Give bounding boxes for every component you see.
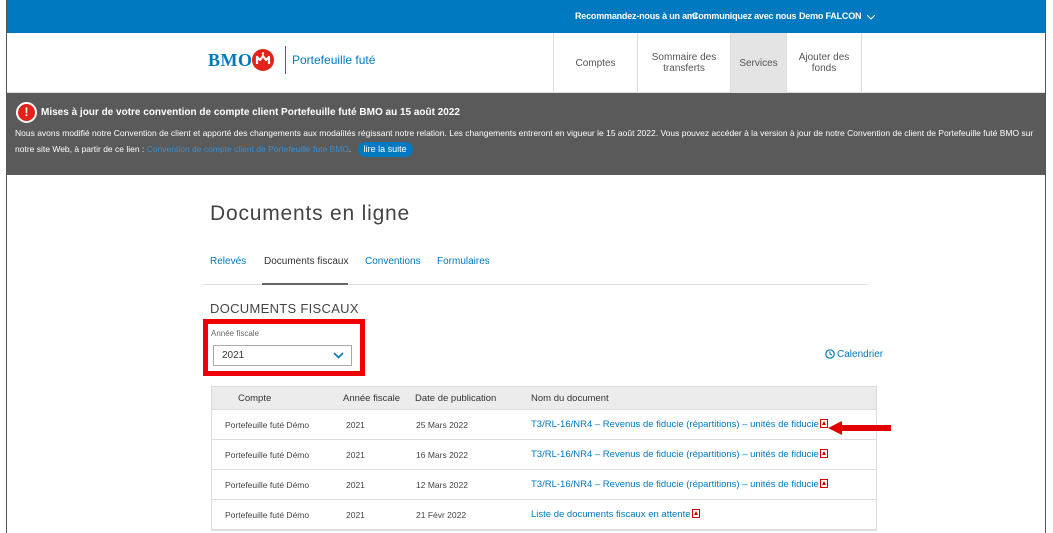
tab-agreements[interactable]: Conventions [365,256,421,267]
cell-account: Portefeuille futé Démo [225,510,310,520]
user-menu-label: Demo FALCON [799,11,862,21]
active-tab-indicator [262,283,348,285]
tab-forms[interactable]: Formulaires [437,256,490,267]
tax-year-highlight: Année fiscale 2021 [203,319,365,376]
document-link[interactable]: T3/RL-16/NR4 – Revenus de fiducie (répar… [531,419,828,430]
chevron-down-icon [333,352,344,359]
logo-divider [285,46,286,74]
product-name[interactable]: Portefeuille futé [292,53,375,67]
cell-tax-year: 2021 [346,480,365,490]
nav-services[interactable]: Services [730,33,786,93]
tab-statements[interactable]: Relevés [210,256,246,267]
cell-account: Portefeuille futé Démo [225,480,310,490]
site-header: BMO Portefeuille futé Comptes Sommaire d… [7,33,1045,93]
calendar-link[interactable]: Calendrier [825,349,883,360]
document-link-text: T3/RL-16/NR4 – Revenus de fiducie (répar… [531,449,819,460]
document-link[interactable]: T3/RL-16/NR4 – Revenus de fiducie (répar… [531,479,828,490]
document-link-text: Liste de documents fiscaux en attente [531,509,691,520]
tax-year-select[interactable]: 2021 [213,345,352,366]
document-link[interactable]: Liste de documents fiscaux en attente [531,509,700,520]
cell-account: Portefeuille futé Démo [225,420,310,430]
alert-icon: ! [16,102,37,123]
tax-documents-table: Compte Année fiscale Date de publication… [211,386,877,531]
page-title: Documents en ligne [210,202,411,225]
pdf-icon [819,449,828,458]
table-row: Portefeuille futé Démo 2021 21 Févr 2022… [212,500,876,530]
app-frame: Recommandez-nous à un ami Communiquez av… [6,0,1046,533]
column-header-publication-date: Date de publication [415,393,497,404]
document-tabs: Relevés Documents fiscaux Conventions Fo… [203,247,867,285]
cell-tax-year: 2021 [346,450,365,460]
tax-year-label: Année fiscale [211,329,260,338]
bmo-logo-icon[interactable] [252,49,274,71]
cell-tax-year: 2021 [346,510,365,520]
convention-link[interactable]: Convention de compte client de Portefeui… [147,144,349,154]
brand-name[interactable]: BMO [208,50,253,71]
nav-accounts[interactable]: Comptes [553,33,637,93]
table-row: Portefeuille futé Démo 2021 16 Mars 2022… [212,440,876,470]
cell-tax-year: 2021 [346,420,365,430]
section-title: DOCUMENTS FISCAUX [210,301,359,316]
tax-year-value: 2021 [222,350,245,361]
read-more-button[interactable]: lire la suite [357,142,413,157]
column-header-document-name: Nom du document [531,393,609,404]
cell-account: Portefeuille futé Démo [225,450,310,460]
cell-publication-date: 25 Mars 2022 [416,420,468,430]
cell-publication-date: 12 Mars 2022 [416,480,468,490]
alert-title: Mises à jour de votre convention de comp… [41,107,460,118]
refer-friend-link[interactable]: Recommandez-nous à un ami [575,11,697,21]
user-menu[interactable]: Demo FALCON [799,11,876,22]
pdf-icon [819,419,828,428]
document-link-text: T3/RL-16/NR4 – Revenus de fiducie (répar… [531,419,819,430]
alert-body: Nous avons modifié notre Convention de c… [15,125,1040,157]
contact-us-link[interactable]: Communiquez avec nous [692,11,797,21]
cell-publication-date: 16 Mars 2022 [416,450,468,460]
red-arrow-icon [828,421,891,435]
table-header: Compte Année fiscale Date de publication… [212,387,876,410]
calendar-label: Calendrier [837,349,884,360]
column-header-account: Compte [238,393,272,404]
document-link-text: T3/RL-16/NR4 – Revenus de fiducie (répar… [531,479,819,490]
table-row: Portefeuille futé Démo 2021 12 Mars 2022… [212,470,876,500]
pdf-icon [691,509,700,518]
alert-banner: ! Mises à jour de votre convention de co… [7,93,1045,175]
nav-add-funds[interactable]: Ajouter des fonds [786,33,862,93]
cell-publication-date: 21 Févr 2022 [416,510,467,520]
column-header-tax-year: Année fiscale [343,393,401,404]
document-link[interactable]: T3/RL-16/NR4 – Revenus de fiducie (répar… [531,449,828,460]
nav-transfer-summary[interactable]: Sommaire des transferts [637,33,730,93]
clock-icon [825,349,835,359]
top-utility-bar: Recommandez-nous à un ami Communiquez av… [7,0,1045,33]
table-row: Portefeuille futé Démo 2021 25 Mars 2022… [212,410,876,440]
pdf-icon [819,479,828,488]
tab-tax-documents[interactable]: Documents fiscaux [264,256,348,267]
chevron-down-icon [866,12,876,22]
